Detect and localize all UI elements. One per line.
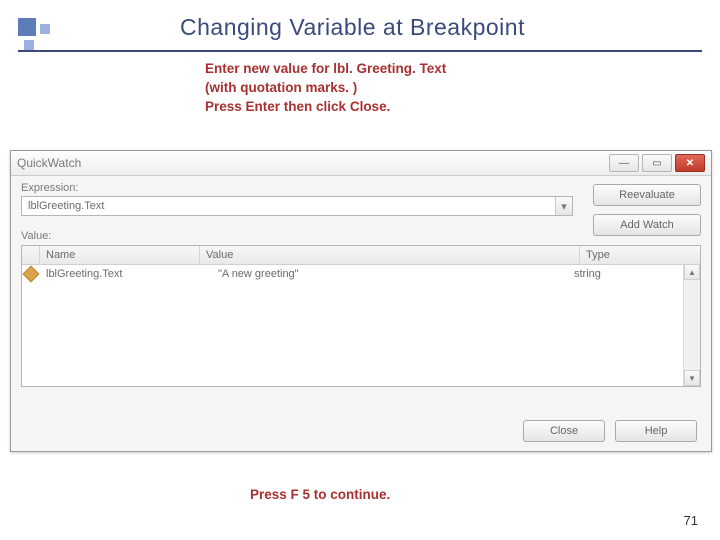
grid-header-name[interactable]: Name — [40, 246, 200, 264]
instruction-line-1: Enter new value for lbl. Greeting. Text — [205, 60, 446, 79]
grid-scrollbar[interactable]: ▲ ▼ — [683, 264, 700, 386]
window-close-button[interactable]: ✕ — [675, 154, 705, 172]
page-number: 71 — [684, 513, 698, 528]
maximize-icon: ▭ — [652, 158, 661, 169]
expression-label: Expression: — [21, 182, 561, 194]
dialog-titlebar[interactable]: QuickWatch — ▭ ✕ — [11, 151, 711, 176]
dialog-footer-buttons: Close Help — [523, 420, 697, 442]
corner-decoration — [18, 18, 52, 52]
expression-field-wrap: ▾ — [21, 196, 573, 216]
chevron-down-icon: ▾ — [561, 200, 567, 213]
instruction-line-3: Press Enter then click Close. — [205, 98, 446, 117]
minimize-button[interactable]: — — [609, 154, 639, 172]
expression-dropdown-button[interactable]: ▾ — [555, 197, 572, 215]
title-rule — [18, 50, 702, 52]
minimize-icon: — — [619, 158, 629, 169]
value-label: Value: — [21, 230, 701, 242]
close-icon: ✕ — [686, 158, 694, 169]
dialog-title: QuickWatch — [17, 156, 606, 170]
grid-cell-type: string — [568, 268, 700, 280]
grid-header-row: Name Value Type — [22, 246, 700, 265]
grid-header-type[interactable]: Type — [580, 246, 700, 264]
reevaluate-button[interactable]: Reevaluate — [593, 184, 701, 206]
quickwatch-dialog: QuickWatch — ▭ ✕ Expression: ▾ — [10, 150, 712, 452]
slide: Changing Variable at Breakpoint Enter ne… — [0, 0, 720, 540]
tag-icon — [23, 266, 40, 283]
grid-cell-name: lblGreeting.Text — [40, 268, 212, 280]
value-block: Value: Name Value Type lblGreeting.Text … — [21, 228, 701, 387]
grid-row[interactable]: lblGreeting.Text "A new greeting" string — [22, 265, 700, 283]
dialog-body: Expression: ▾ Reevaluate Add Watch Value… — [11, 176, 711, 452]
instructions: Enter new value for lbl. Greeting. Text … — [205, 60, 446, 117]
help-button[interactable]: Help — [615, 420, 697, 442]
maximize-button[interactable]: ▭ — [642, 154, 672, 172]
grid-row-icon-cell — [22, 268, 40, 280]
close-button[interactable]: Close — [523, 420, 605, 442]
value-grid: Name Value Type lblGreeting.Text "A new … — [21, 245, 701, 387]
scroll-up-button[interactable]: ▲ — [684, 264, 700, 280]
grid-header-icon — [22, 246, 40, 264]
scroll-down-button[interactable]: ▼ — [684, 370, 700, 386]
bottom-note: Press F 5 to continue. — [250, 487, 390, 502]
grid-cell-value[interactable]: "A new greeting" — [212, 268, 568, 280]
slide-title: Changing Variable at Breakpoint — [180, 14, 525, 41]
instruction-line-2: (with quotation marks. ) — [205, 79, 446, 98]
expression-input[interactable] — [21, 196, 573, 216]
grid-header-value[interactable]: Value — [200, 246, 580, 264]
